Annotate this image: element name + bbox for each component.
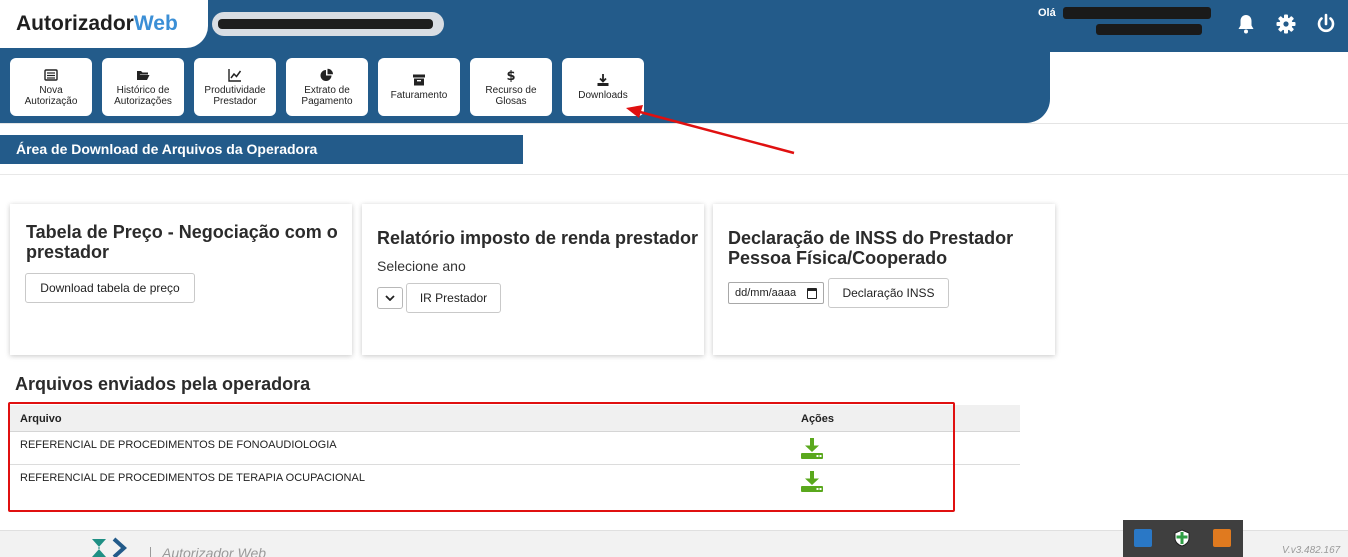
chevron-down-icon [385, 295, 395, 301]
card-title: Declaração de INSS do Prestador Pessoa F… [728, 228, 1014, 268]
nav-label-line2: Pagamento [301, 95, 353, 107]
network-app-icon[interactable] [1134, 529, 1152, 547]
calendar-icon[interactable] [807, 288, 817, 299]
footer-divider [150, 547, 151, 557]
files-table: Arquivo Ações REFERENCIAL DE PROCEDIMENT… [10, 405, 1020, 498]
footer-app-name: Autorizador Web [162, 545, 267, 557]
logo-text-accent: Web [133, 12, 178, 35]
java-app-icon[interactable] [1213, 529, 1231, 547]
shield-icon[interactable] [1173, 529, 1191, 547]
top-header: Autorizador Web Olá [0, 0, 1348, 52]
nav-label-line1: Nova [39, 84, 63, 96]
table-header: Arquivo Ações [10, 405, 1020, 432]
download-file-icon[interactable] [800, 469, 824, 493]
table-row: REFERENCIAL DE PROCEDIMENTOS DE FONOAUDI… [10, 432, 1020, 465]
main-navigation: Nova Autorização Histórico de Autorizaçõ… [0, 52, 1050, 123]
version-label: V.v3.482.167 [1282, 545, 1341, 556]
line-chart-icon [228, 68, 242, 82]
user-info: Olá [1038, 7, 1211, 35]
nav-produtividade-prestador[interactable]: Produtividade Prestador [194, 58, 276, 116]
folder-open-icon [137, 70, 150, 80]
redacted-user-name [1062, 7, 1211, 20]
brand-logo-icon [92, 537, 127, 557]
logo-text-primary: Autorizador [16, 12, 134, 35]
nav-historico-autorizacoes[interactable]: Histórico de Autorizações [102, 58, 184, 116]
bell-icon[interactable] [1234, 12, 1258, 36]
declaracao-inss-button[interactable]: Declaração INSS [828, 278, 949, 308]
card-title: Tabela de Preço - Negociação com o prest… [26, 222, 338, 262]
date-input[interactable]: dd/mm/aaaa [728, 282, 824, 304]
nav-label-line1: Extrato de [304, 84, 350, 96]
nav-downloads[interactable]: Downloads [562, 58, 644, 116]
pie-chart-icon [320, 68, 333, 81]
app-logo[interactable]: Autorizador Web [0, 0, 208, 48]
nav-label-line2: Glosas [495, 95, 527, 107]
nav-label-line2: Autorização [24, 95, 78, 107]
nav-nova-autorizacao[interactable]: Nova Autorização [10, 58, 92, 116]
year-select-label: Selecione ano [377, 258, 466, 274]
user-greeting: Olá [1038, 7, 1056, 19]
file-name: REFERENCIAL DE PROCEDIMENTOS DE TERAPIA … [20, 472, 365, 484]
download-file-icon[interactable] [800, 436, 824, 460]
section-title: Área de Download de Arquivos da Operador… [0, 135, 523, 164]
nav-recurso-glosas[interactable]: $ Recurso de Glosas [470, 58, 552, 116]
card-title: Relatório imposto de renda prestador [377, 228, 699, 248]
svg-text:$: $ [506, 69, 515, 82]
divider [0, 123, 1348, 124]
download-icon [597, 74, 609, 86]
nav-label-line1: Recurso de [485, 84, 537, 96]
nav-extrato-pagamento[interactable]: Extrato de Pagamento [286, 58, 368, 116]
download-price-table-button[interactable]: Download tabela de preço [25, 273, 195, 303]
files-section-title: Arquivos enviados pela operadora [15, 374, 311, 394]
card-imposto-renda: Relatório imposto de renda prestador Sel… [362, 204, 704, 355]
nav-label-line1: Downloads [578, 90, 628, 101]
power-icon[interactable] [1314, 12, 1338, 36]
list-icon [44, 68, 58, 81]
card-declaracao-inss: Declaração de INSS do Prestador Pessoa F… [713, 204, 1055, 355]
card-tabela-preco: Tabela de Preço - Negociação com o prest… [10, 204, 352, 355]
redacted-user-details [1096, 24, 1202, 35]
nav-label-line1: Faturamento [390, 90, 448, 101]
system-tray [1123, 520, 1243, 557]
nav-label-line1: Produtividade [204, 84, 266, 96]
gear-icon[interactable] [1274, 12, 1298, 36]
table-row: REFERENCIAL DE PROCEDIMENTOS DE TERAPIA … [10, 465, 1020, 498]
year-select[interactable] [377, 287, 403, 309]
column-header-acoes: Ações [801, 413, 835, 425]
nav-faturamento[interactable]: Faturamento [378, 58, 460, 116]
nav-label-line1: Histórico de [116, 84, 170, 96]
date-placeholder: dd/mm/aaaa [735, 287, 797, 299]
nav-label-line2: Prestador [213, 95, 257, 107]
archive-icon [413, 74, 425, 86]
ir-prestador-button[interactable]: IR Prestador [406, 283, 501, 313]
column-header-arquivo: Arquivo [20, 413, 62, 425]
nav-label-line2: Autorizações [114, 95, 172, 107]
redacted-provider-name [218, 19, 433, 29]
divider [0, 174, 1348, 175]
dollar-icon: $ [506, 69, 515, 82]
provider-selector[interactable] [212, 12, 444, 36]
file-name: REFERENCIAL DE PROCEDIMENTOS DE FONOAUDI… [20, 439, 337, 451]
